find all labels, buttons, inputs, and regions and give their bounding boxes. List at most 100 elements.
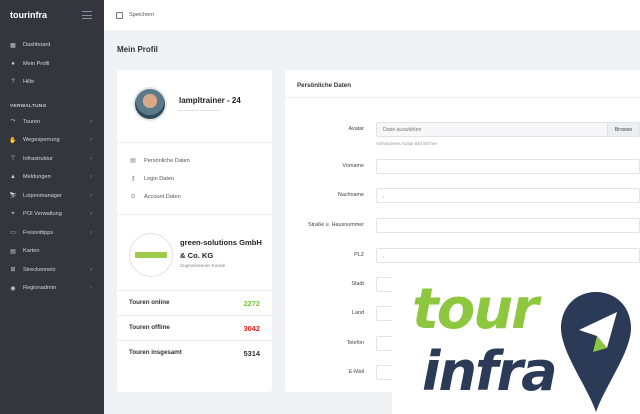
divider [117,290,272,291]
divider [117,340,272,341]
username: lampltrainer - 24 [179,96,241,105]
company-logo [129,233,173,277]
chevron-right-icon: › [90,229,92,236]
company-role: Zugewiesener Kunde [180,264,226,269]
sidebar-item-label: POI Verwaltung [23,211,62,218]
nachname-field[interactable]: , [376,188,640,203]
save-icon[interactable] [116,11,123,19]
plz-field[interactable]: , [376,248,640,263]
chevron-right-icon: › [90,192,92,199]
stat-touren-offline: Touren offline 3042 [129,324,260,333]
logo-word-tour: tour [412,277,539,342]
company-name: green-solutions GmbH & Co. KG [180,238,262,260]
sidebar-item-label: Loipenmanager [23,192,62,199]
sidebar: tourinfra ▦ Dashboard ● Mein Profil ? Hi… [0,0,104,414]
field-value: , [383,252,385,259]
logo-word-infra: infra [422,340,558,403]
avatar-file-input[interactable]: Datei auswählen Browse [376,122,640,137]
sidebar-item-streckennetz[interactable]: ⊞ Streckennetz › [0,261,104,280]
avatar-delete-link[interactable]: Vorhandenes Avatar Bild löschen [376,141,437,146]
sidebar-item-label: Karten [23,248,40,255]
chevron-right-icon: › [90,174,92,180]
card-header: Persönliche Daten [297,82,351,89]
sidebar-item-label: Regionadmin [23,285,56,292]
field-label: Vorname [342,163,364,169]
field-label: Straße u. Hausnummer [307,222,364,228]
divider [117,315,272,316]
help-icon: ? [11,79,15,86]
alert-icon: ▲ [10,174,16,181]
sidebar-item-loipenmanager[interactable]: ⛷ Loipenmanager › [0,187,104,206]
map-icon: ▤ [10,248,16,255]
profile-menu-label: Login Daten [144,175,175,182]
profile-menu-label: Account Daten [144,193,181,200]
sidebar-item-dashboard[interactable]: ▦ Dashboard [0,36,104,55]
field-label: Nachname [337,192,364,198]
sidebar-item-label: Infrastruktur [23,155,53,162]
globe-icon: ◉ [10,285,16,292]
profile-menu-personal[interactable]: ▤ Persönliche Daten [129,157,190,165]
stat-value: 2272 [243,299,260,308]
save-button[interactable]: Speichern [129,12,154,18]
page-title: Mein Profil [117,45,158,54]
sidebar-item-freizeittipps[interactable]: ▭ Freizeittipps › [0,224,104,243]
avatar [133,87,167,121]
stat-value: 5314 [243,349,260,358]
stat-touren-online: Touren online 2272 [129,299,260,308]
pin-icon: ⌖ [11,210,15,217]
id-card-icon: ▤ [130,158,136,164]
sidebar-item-infrastruktur[interactable]: ⊤ Infrastruktur › [0,150,104,169]
field-label: PLZ [354,252,364,258]
profile-card: lampltrainer - 24 ▤ Persönliche Daten ⚷ … [117,70,272,392]
location-pin-icon [561,292,631,412]
field-label: E-Mail [348,369,364,375]
ski-icon: ⛷ [9,193,17,200]
field-label: Stadt [351,281,364,287]
signpost-icon: ⊤ [10,156,16,163]
avatar-label: Avatar [348,126,364,132]
chevron-right-icon: › [90,211,92,217]
tourinfra-logo-overlay: tour infra [392,276,640,414]
chevron-right-icon: › [90,137,92,143]
street-field[interactable] [376,218,640,233]
vorname-field[interactable] [376,159,640,174]
sidebar-item-label: Hilfe [23,79,35,86]
stat-value: 3042 [243,324,260,333]
sidebar-item-regionadmin[interactable]: ◉ Regionadmin › [0,279,104,298]
chevron-right-icon: › [90,155,92,162]
browse-button[interactable]: Browse [607,123,639,136]
divider [285,97,640,98]
sidebar-item-help[interactable]: ? Hilfe [0,73,104,92]
stat-touren-total: Touren insgesamt 5314 [129,349,260,358]
user-icon: ● [11,60,15,67]
sidebar-item-label: Wegesperrung [23,137,60,144]
stat-label: Touren offline [129,324,170,331]
sidebar-item-wegesperrung[interactable]: ✋ Wegesperrung › [0,131,104,150]
profile-menu-account[interactable]: ⊙ Account Daten [129,193,181,201]
key-icon: ⚷ [130,176,136,182]
sidebar-item-label: Touren [23,118,41,125]
sidebar-item-profile[interactable]: ● Mein Profil [0,55,104,74]
field-label: Telefon [346,340,364,346]
field-value: , [383,192,385,199]
sidebar-item-karten[interactable]: ▤ Karten [0,242,104,261]
sidebar-item-label: Meldungen [23,174,51,181]
divider [117,214,272,215]
divider [117,142,272,143]
stat-label: Touren online [129,299,170,306]
sidebar-item-meldungen[interactable]: ▲ Meldungen › [0,168,104,187]
sidebar-item-label: Mein Profil [23,60,50,67]
sidebar-item-poi[interactable]: ⌖ POI Verwaltung › [0,205,104,224]
chevron-right-icon: › [90,266,92,273]
ticket-icon: ▭ [10,230,16,237]
sidebar-section-label: VERWALTUNG [10,103,47,109]
account-icon: ⊙ [130,194,136,200]
field-label: Land [352,310,364,316]
profile-menu-login[interactable]: ⚷ Login Daten [129,175,175,183]
dashboard-icon: ▦ [10,42,16,49]
sidebar-item-touren[interactable]: ⤳ Touren › [0,113,104,132]
menu-toggle-icon[interactable] [82,11,92,19]
profile-menu-label: Persönliche Daten [144,157,190,164]
topbar: Speichern [104,0,640,30]
sidebar-item-label: Freizeittipps [23,229,54,236]
